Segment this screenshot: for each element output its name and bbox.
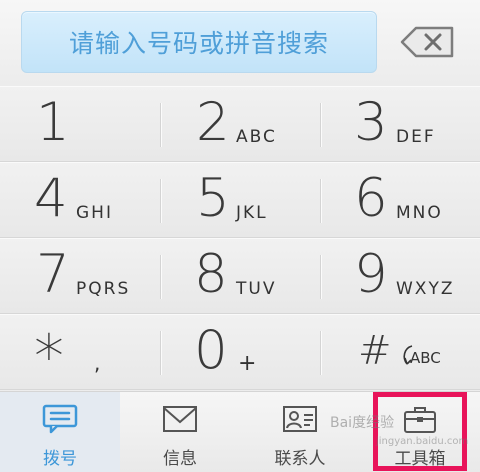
keypad-row: 1 2 ABC 3 DEF: [0, 86, 480, 162]
dialer-top-bar: 请输入号码或拼音搜索: [0, 0, 480, 86]
key-digit: 6: [354, 168, 388, 229]
keypad-row: 7 PQRS 8 TUV 9 WXYZ: [0, 238, 480, 314]
key-letters: JKL: [236, 203, 268, 223]
dial-pad-icon: [42, 404, 78, 434]
tab-messages[interactable]: 信息: [120, 392, 240, 472]
keypad-row: 4 GHI 5 JKL 6 MNO: [0, 162, 480, 238]
keypad-row: * , 0 + # ABC: [0, 314, 480, 390]
key-8[interactable]: 8 TUV: [160, 239, 320, 314]
key-letters: ABC: [236, 127, 277, 147]
key-digit: 3: [354, 92, 388, 153]
contact-card-icon: [282, 404, 318, 434]
key-3[interactable]: 3 DEF: [320, 87, 480, 162]
key-7[interactable]: 7 PQRS: [0, 239, 160, 314]
key-digit: *: [34, 322, 64, 392]
key-digit: 1: [36, 92, 70, 153]
key-letters: MNO: [396, 203, 443, 223]
key-0[interactable]: 0 +: [160, 315, 320, 390]
key-2[interactable]: 2 ABC: [160, 87, 320, 162]
tab-label: 联系人: [274, 449, 326, 469]
key-digit: 5: [196, 168, 230, 229]
key-5[interactable]: 5 JKL: [160, 163, 320, 238]
key-digit: #: [358, 328, 392, 374]
backspace-icon[interactable]: [398, 25, 456, 59]
tab-contacts[interactable]: 联系人: [240, 392, 360, 472]
key-letters: +: [238, 351, 259, 376]
key-digit: 0: [194, 320, 228, 381]
dial-keypad: 1 2 ABC 3 DEF 4 GHI 5 JKL 6 MNO 7 PQRS 8…: [0, 86, 480, 391]
key-9[interactable]: 9 WXYZ: [320, 239, 480, 314]
baidu-watermark-url: jingyan.baidu.com: [376, 436, 469, 447]
key-letters: GHI: [76, 203, 113, 223]
search-input[interactable]: 请输入号码或拼音搜索: [21, 11, 377, 73]
key-6[interactable]: 6 MNO: [320, 163, 480, 238]
key-letters: ,: [94, 351, 103, 375]
key-1[interactable]: 1: [0, 87, 160, 162]
key-letters: TUV: [236, 279, 277, 299]
key-digit: 7: [36, 244, 70, 305]
tab-dial[interactable]: 拨号: [0, 392, 120, 472]
key-letters: WXYZ: [396, 279, 455, 299]
envelope-icon: [162, 404, 198, 434]
abc-switch-icon: ABC: [398, 341, 442, 371]
key-digit: 8: [194, 244, 228, 305]
key-star[interactable]: * ,: [0, 315, 160, 390]
key-digit: 2: [196, 92, 230, 153]
key-digit: 4: [34, 168, 68, 229]
key-letters: DEF: [396, 127, 436, 147]
tab-label: 拨号: [43, 449, 77, 469]
baidu-watermark: Bai度经验: [330, 415, 395, 431]
search-placeholder: 请输入号码或拼音搜索: [68, 29, 329, 58]
key-digit: 9: [354, 244, 388, 305]
tab-label: 信息: [163, 449, 197, 469]
key-letters: PQRS: [76, 279, 131, 299]
abc-switch-label: ABC: [410, 349, 441, 367]
key-hash[interactable]: # ABC: [320, 315, 480, 390]
key-4[interactable]: 4 GHI: [0, 163, 160, 238]
